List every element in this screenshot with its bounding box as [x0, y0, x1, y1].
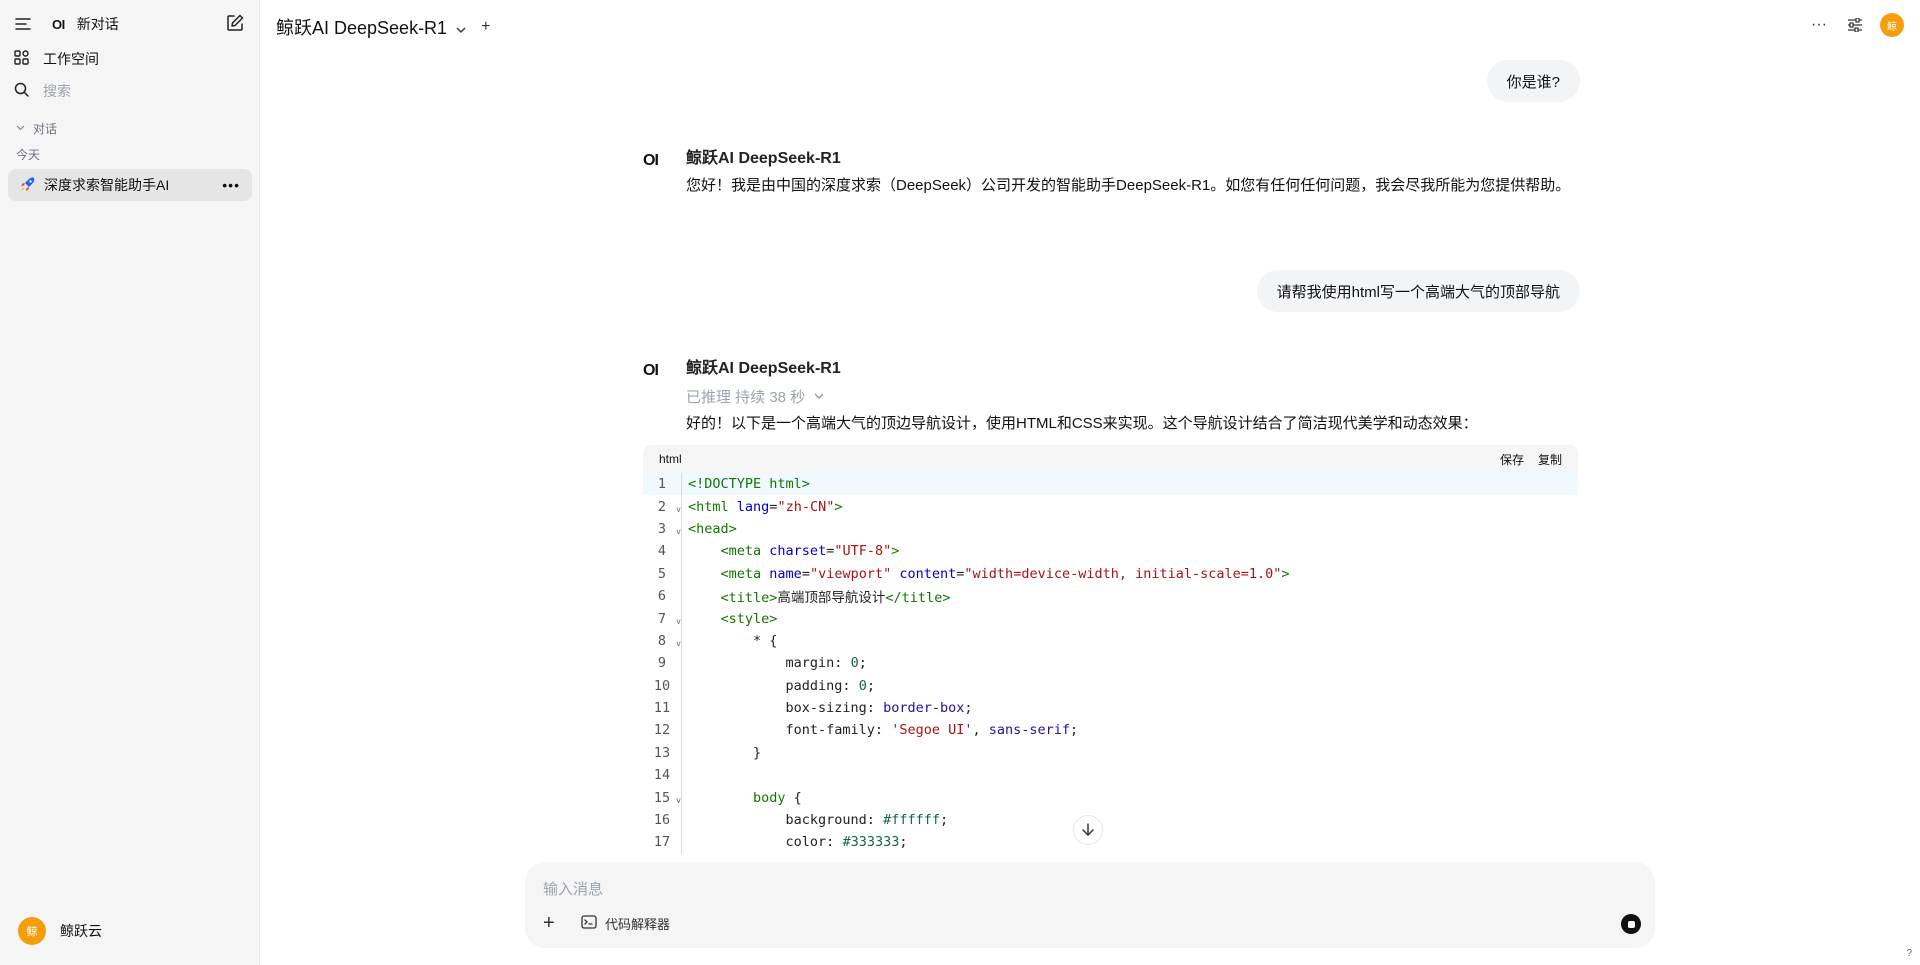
menu-icon[interactable]	[14, 15, 32, 33]
save-button[interactable]: 保存	[1500, 451, 1524, 468]
workspace-icon	[14, 50, 29, 68]
user-menu[interactable]: 鲸 鲸跃云	[18, 917, 102, 945]
code-line: 10 padding: 0;	[643, 674, 1578, 697]
message-composer: 输入消息 + 代码解释器	[525, 862, 1655, 948]
app-logo: OI	[52, 16, 65, 32]
code-line: 4 <meta charset="UTF-8">	[643, 540, 1578, 563]
copy-button[interactable]: 复制	[1538, 451, 1562, 468]
new-chat-icon[interactable]	[226, 14, 246, 34]
search-input[interactable]: 搜索	[43, 81, 71, 101]
reasoning-toggle[interactable]: 已推理 持续 38 秒	[686, 384, 1621, 408]
user-message: 请帮我使用html写一个高端大气的顶部导航	[1256, 270, 1580, 312]
chevron-down-icon	[16, 121, 25, 135]
workspace-label: 工作空间	[43, 51, 99, 67]
help-button[interactable]: ?	[1906, 948, 1912, 959]
code-line: 13 }	[643, 741, 1578, 765]
code-line: 2 v <html lang="zh-CN">	[643, 495, 1578, 518]
code-editor[interactable]: 1 <!DOCTYPE html> 2 v <html lang="zh-CN"> 3…	[643, 473, 1578, 854]
code-line: 17 color: #333333;	[643, 831, 1578, 854]
more-icon[interactable]: •••	[222, 177, 240, 193]
chevron-down-icon	[813, 389, 827, 403]
code-line: 6 <title>高端顶部导航设计</title>	[643, 584, 1578, 608]
assistant-logo-icon: OI	[643, 362, 659, 379]
chat-group-label: 对话	[33, 121, 58, 136]
code-interpreter-toggle[interactable]: 代码解释器	[581, 914, 670, 933]
search-icon	[14, 82, 29, 100]
reasoning-label: 已推理 持续 38 秒	[686, 388, 806, 406]
terminal-icon	[581, 915, 597, 932]
stop-icon	[1627, 920, 1635, 928]
code-line: 5 <meta name="viewport" content="width=d…	[643, 562, 1578, 585]
chat-item-title: 深度求索智能助手AI	[44, 177, 170, 193]
assistant-name: 鲸跃AI DeepSeek-R1	[686, 360, 841, 377]
add-attachment-button[interactable]: +	[543, 913, 563, 934]
code-block: html 保存 复制 1 <!DOCTYPE html> 2 v <html lang…	[643, 445, 1578, 860]
code-line: 7v <style>	[643, 607, 1578, 630]
arrow-down-icon	[1082, 823, 1094, 837]
message-input[interactable]: 输入消息	[543, 878, 603, 899]
assistant-name: 鲸跃AI DeepSeek-R1	[686, 150, 841, 167]
chat-group-toggle[interactable]: 对话	[0, 118, 260, 138]
code-line: 14	[643, 764, 1578, 787]
stop-generation-button[interactable]	[1621, 914, 1641, 934]
date-section-label: 今天	[16, 147, 41, 162]
code-header: html 保存 复制	[643, 445, 1578, 473]
sidebar-search[interactable]: 搜索	[0, 78, 260, 104]
code-line: 9 margin: 0;	[643, 652, 1578, 675]
assistant-logo-icon: OI	[643, 152, 659, 169]
new-chat-button[interactable]: 新对话	[77, 14, 119, 34]
code-line: 1 <!DOCTYPE html>	[643, 473, 1578, 496]
code-interpreter-label: 代码解释器	[605, 917, 671, 932]
code-line: 3 v <head>	[643, 517, 1578, 541]
avatar: 鲸	[18, 917, 46, 945]
scroll-down-button[interactable]	[1073, 815, 1103, 845]
code-line: 8v * {	[643, 629, 1578, 653]
code-language: html	[659, 452, 682, 466]
assistant-text: 您好！我是由中国的深度求索（DeepSeek）公司开发的智能助手DeepSeek…	[686, 177, 1571, 194]
sidebar-chat-item[interactable]: 深度求索智能助手AI •••	[8, 169, 252, 201]
assistant-text: 好的！以下是一个高端大气的顶边导航设计，使用HTML和CSS来实现。这个导航设计…	[686, 415, 1478, 432]
user-name: 鲸跃云	[60, 923, 102, 939]
user-message: 你是谁?	[1486, 60, 1580, 102]
code-line: 15 v body {	[643, 786, 1578, 809]
code-line: 16 background: #ffffff;	[643, 808, 1578, 832]
sidebar: OI 新对话 工作空间 搜索 对话 今天 深度求索智能助手AI ••• 鲸 鲸跃…	[0, 0, 260, 965]
sidebar-header: OI 新对话	[0, 10, 260, 38]
rocket-icon	[20, 176, 36, 195]
code-line: 12 font-family: 'Segoe UI', sans-serif;	[643, 719, 1578, 742]
code-line: 11 box-sizing: border-box;	[643, 696, 1578, 720]
sidebar-item-workspace[interactable]: 工作空间	[0, 46, 260, 72]
